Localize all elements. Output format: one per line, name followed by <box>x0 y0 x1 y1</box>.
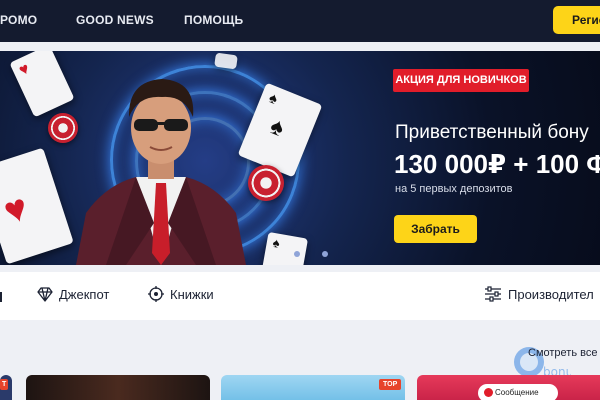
promo-subtitle: на 5 первых депозитов <box>395 183 513 195</box>
playing-card-icon: ♥ <box>0 147 74 265</box>
nav-item-good-news[interactable]: GOOD NEWS <box>76 13 154 27</box>
nav-item-help[interactable]: ПОМОЩЬ <box>184 13 243 27</box>
category-bar: Джекпот Книжки Производител <box>0 272 600 320</box>
category-icon-partial <box>0 292 2 302</box>
promo-amount: 130 000₽ + 100 Ф <box>394 149 600 179</box>
top-navigation: РОМО GOOD NEWS ПОМОЩЬ Регис <box>0 0 600 42</box>
game-tile[interactable]: TOP <box>221 375 405 400</box>
category-books[interactable]: Книжки <box>148 286 214 302</box>
playing-card-icon: ♥ <box>9 51 75 118</box>
category-jackpot-label: Джекпот <box>59 286 110 302</box>
playing-card-icon: ♠ <box>259 231 309 265</box>
see-all-link[interactable]: Смотреть все <box>528 347 597 359</box>
top-badge: T <box>0 379 9 390</box>
game-tile[interactable]: T <box>0 375 12 400</box>
category-books-label: Книжки <box>170 286 214 302</box>
category-jackpot[interactable]: Джекпот <box>37 286 109 302</box>
top-badge: TOP <box>379 379 402 390</box>
promo-banner: ♥ ♥ ♠ ♠ ♠ АКЦИЯ ДЛЯ НОВИЧКОВ Приветствен… <box>0 51 600 265</box>
nav-item-promo[interactable]: РОМО <box>0 13 37 27</box>
message-dot-icon <box>484 388 493 397</box>
filter-sliders-icon <box>485 286 501 302</box>
carousel-dot[interactable] <box>294 251 300 257</box>
claim-bonus-button[interactable]: Забрать <box>394 215 477 243</box>
crosshair-icon <box>148 286 164 302</box>
carousel-dot[interactable] <box>322 251 328 257</box>
register-button[interactable]: Регис <box>553 6 600 34</box>
promo-title: Приветственный бону <box>395 122 589 143</box>
category-providers-label: Производител <box>508 286 594 302</box>
category-providers[interactable]: Производител <box>484 286 594 302</box>
playing-card-icon <box>214 52 238 70</box>
casino-page: РОМО GOOD NEWS ПОМОЩЬ Регис ♥ ♥ ♠ ♠ ♠ <box>0 0 600 400</box>
promo-badge: АКЦИЯ ДЛЯ НОВИЧКОВ <box>393 69 529 92</box>
man-in-suit-illustration <box>76 79 246 265</box>
game-tile[interactable] <box>26 375 210 400</box>
diamond-icon <box>37 287 53 302</box>
